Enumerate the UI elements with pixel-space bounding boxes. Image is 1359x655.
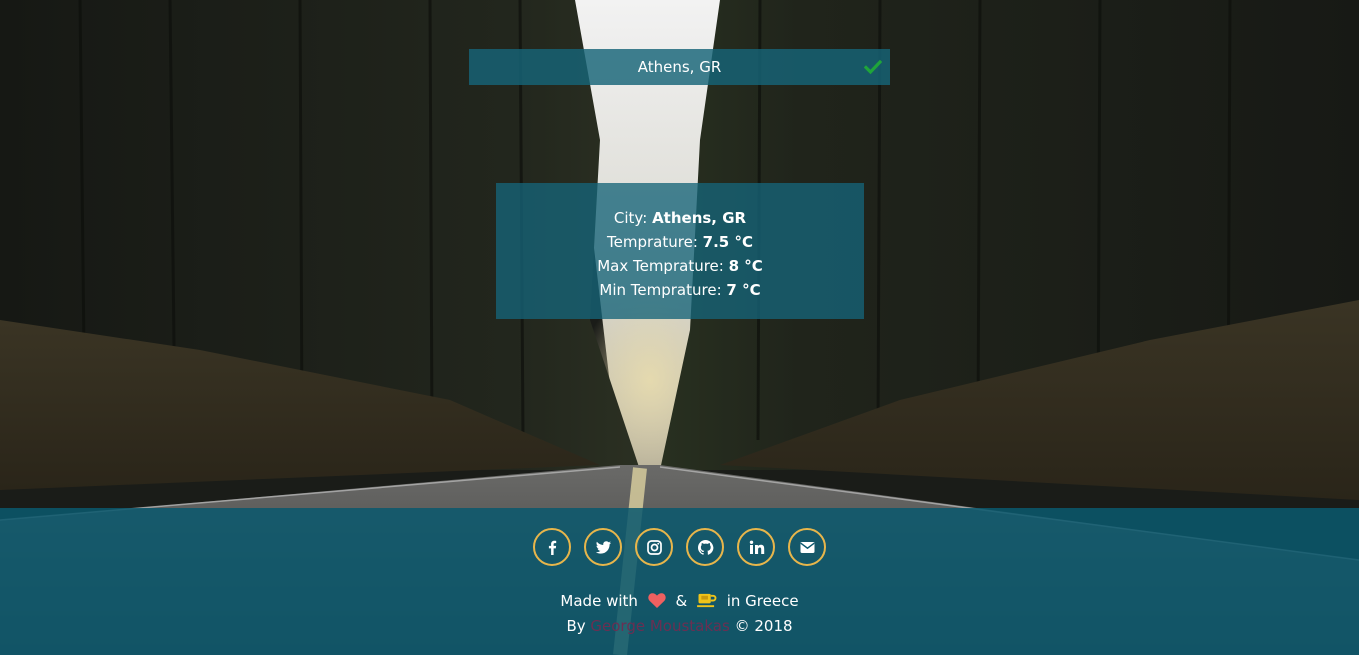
temperature-label: Temprature:: [607, 233, 698, 251]
weather-info-card: City: Athens, GR Temprature: 7.5 °C Max …: [496, 183, 864, 319]
city-row: City: Athens, GR: [496, 206, 864, 230]
email-link[interactable]: [788, 528, 826, 566]
max-temperature-value: 8 °C: [728, 257, 763, 275]
made-with-ampersand: &: [675, 592, 688, 610]
heart-icon: [647, 592, 667, 614]
made-with-prefix: Made with: [560, 592, 638, 610]
instagram-link[interactable]: [635, 528, 673, 566]
twitter-link[interactable]: [584, 528, 622, 566]
made-with-line: Made with & in Greece: [0, 591, 1359, 614]
min-temperature-row: Min Temprature: 7 °C: [496, 278, 864, 302]
temperature-value: 7.5 °C: [702, 233, 753, 251]
byline: By George Moustakas © 2018: [0, 616, 1359, 636]
max-temperature-label: Max Temprature:: [597, 257, 724, 275]
min-temperature-value: 7 °C: [726, 281, 761, 299]
author-link[interactable]: George Moustakas: [590, 617, 729, 635]
twitter-icon: [595, 539, 612, 556]
city-search-input[interactable]: [499, 50, 860, 84]
city-value: Athens, GR: [652, 209, 747, 227]
made-with-suffix: in Greece: [726, 592, 799, 610]
envelope-icon: [799, 539, 816, 556]
github-link[interactable]: [686, 528, 724, 566]
social-links: [0, 528, 1359, 566]
facebook-icon: [544, 539, 561, 556]
weather-app-page: City: Athens, GR Temprature: 7.5 °C Max …: [0, 0, 1359, 655]
linkedin-icon: [748, 539, 765, 556]
linkedin-link[interactable]: [737, 528, 775, 566]
by-label: By: [566, 617, 586, 635]
footer: Made with & in Greece By George Moustaka…: [0, 508, 1359, 655]
facebook-link[interactable]: [533, 528, 571, 566]
check-icon[interactable]: [863, 58, 883, 76]
instagram-icon: [646, 539, 663, 556]
max-temperature-row: Max Temprature: 8 °C: [496, 254, 864, 278]
copyright-text: © 2018: [734, 617, 793, 635]
coffee-icon: [696, 592, 718, 614]
github-icon: [697, 539, 714, 556]
min-temperature-label: Min Temprature:: [599, 281, 722, 299]
temperature-row: Temprature: 7.5 °C: [496, 230, 864, 254]
city-label: City:: [613, 209, 648, 227]
city-search-bar: [469, 49, 890, 85]
